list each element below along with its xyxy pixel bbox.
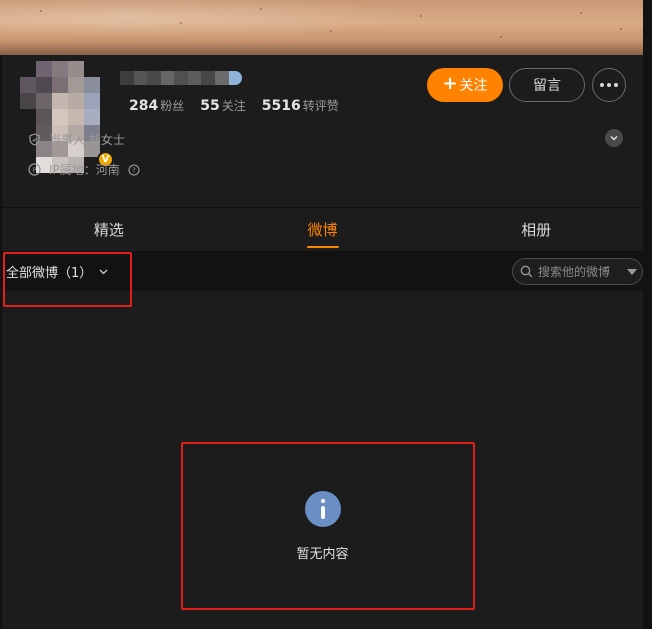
ip-location-text: IP属地：河南 [49,163,120,177]
profile-tabs: 精选 微博 相册 [2,208,643,251]
stat-value: 5516 [261,98,301,114]
follow-label: 关注 [459,78,488,94]
info-icon [305,491,341,527]
follow-button[interactable]: + 关注 [427,68,503,102]
search-icon [520,265,533,278]
caret-down-icon[interactable] [627,268,637,275]
stat-following[interactable]: 55 关注 [200,95,246,114]
identity-text: 当事人 胡女士 [49,133,125,147]
profile-stats: 284 粉丝 55 关注 5516 转评赞 [129,95,339,114]
username-redacted [120,71,243,85]
expand-info-button[interactable] [605,129,623,147]
stat-label: 粉丝 [160,99,185,113]
more-options-button[interactable] [592,68,626,102]
chevron-down-icon [99,269,108,275]
svg-text:?: ? [132,166,136,174]
stat-interactions: 5516 转评赞 [262,95,339,114]
cover-banner [0,0,643,55]
posts-panel: 暂无内容 [2,291,643,629]
tab-album[interactable]: 相册 [429,208,643,251]
tab-featured[interactable]: 精选 [2,208,216,251]
stat-value: 55 [200,98,220,114]
post-search-input[interactable] [538,264,620,279]
svg-text:P: P [33,167,37,174]
plus-icon: + [442,73,458,94]
profile-page: V 284 粉丝 55 关注 5516 转评赞 + 关注 留言 当事人 胡女士 … [0,0,652,629]
post-filter-label: 全部微博（1） [6,266,93,281]
profile-card: V 284 粉丝 55 关注 5516 转评赞 + 关注 留言 当事人 胡女士 … [2,55,643,207]
help-icon[interactable]: ? [128,163,140,176]
ip-location-row: P IP属地：河南 ? [28,161,140,178]
more-dot-icon [607,83,611,87]
empty-state-text: 暂无内容 [296,547,349,562]
filter-bar: 全部微博（1） [0,252,643,290]
more-dot-icon [600,83,604,87]
shield-icon [29,133,40,146]
tab-weibo[interactable]: 微博 [216,208,430,251]
chevron-down-icon [610,135,618,141]
stat-label: 关注 [221,99,246,113]
post-filter-dropdown[interactable]: 全部微博（1） [6,262,109,281]
post-search-box[interactable] [512,258,643,285]
stat-label: 转评赞 [302,99,339,113]
ip-location-icon: P [28,163,41,176]
identity-row: 当事人 胡女士 [28,131,125,148]
more-dot-icon [614,83,618,87]
stat-followers[interactable]: 284 粉丝 [129,95,184,114]
stat-value: 284 [129,98,159,114]
message-button[interactable]: 留言 [509,68,585,102]
